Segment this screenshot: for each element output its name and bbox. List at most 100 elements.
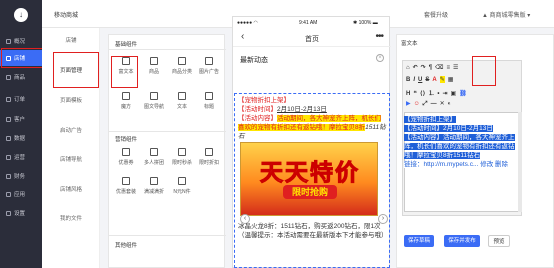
table-icon[interactable]: ▦ (448, 76, 454, 83)
n-yuan-icon (178, 177, 186, 185)
tool-group-buy[interactable]: 多人拼团 (143, 148, 165, 166)
preview-button[interactable]: 预览 (488, 235, 510, 247)
nav-products[interactable]: 商品 (0, 70, 42, 84)
flash-sale-icon (178, 148, 186, 156)
status-bar: ●●●●● ◠ 9:41 AM ✱ 100% ▬ (233, 17, 391, 29)
customers-icon (6, 116, 11, 122)
bold-icon[interactable]: B (406, 77, 410, 83)
bullet-list-icon[interactable]: • (437, 91, 439, 97)
redo-icon[interactable]: ↷ (421, 64, 426, 71)
banner-subline: 限时抢购 (283, 185, 337, 199)
apps-icon (6, 191, 11, 197)
subnav-my-files[interactable]: 我的文件 (42, 214, 100, 222)
tool-bundle[interactable]: 优惠套装 (115, 177, 137, 195)
link-tooltip[interactable]: 链接：http://m.mypets.c... 修改 删除 (404, 161, 509, 168)
highlight-color-tool (472, 56, 496, 86)
indent-icon[interactable]: ⇥ (442, 90, 447, 97)
subnav-store-style[interactable]: 店铺风格 (42, 185, 100, 193)
heading-size-icon[interactable]: H (406, 91, 410, 97)
tool-coupon[interactable]: 优惠券 (115, 148, 137, 166)
strikethrough-icon[interactable]: S (425, 77, 429, 83)
font-color-icon[interactable]: A (432, 77, 436, 83)
fullscreen-icon[interactable]: ⤢ (423, 101, 428, 108)
cube-icon (122, 92, 130, 100)
subnav-store-nav[interactable]: 店铺导航 (42, 155, 100, 163)
source-icon[interactable]: ⌂ (406, 65, 410, 71)
ordered-list-icon[interactable]: ⒈ (428, 88, 434, 97)
products-icon (6, 74, 11, 80)
preview-icon[interactable]: ◐ (448, 101, 452, 107)
nav-data[interactable]: 数据 (0, 131, 42, 145)
highlight-rich-text-tool (111, 56, 138, 88)
editor-text[interactable]: 【宠物折扣上架】 【活动时间】2月10日-2月13日 【活动内容】活动期间，各大… (404, 115, 516, 169)
code-icon[interactable]: ⟨⟩ (420, 90, 425, 97)
page-title: 移动商城 (54, 13, 79, 19)
tool-product[interactable]: 商品 (143, 57, 165, 75)
basic-components-title: 基础组件 (115, 42, 138, 48)
nav-overview[interactable]: 概况 (0, 34, 42, 48)
promo-details: 冰晶火龙8折：1511钻石，购买返200钻石，限1次 （温馨提示：本活动需要在最… (238, 223, 388, 239)
tool-limited-discount[interactable]: 限时折扣 (198, 148, 220, 166)
nav-operations[interactable]: 运营 (0, 150, 42, 164)
save-draft-button[interactable]: 保存草稿 (404, 235, 434, 247)
nav-settings[interactable]: 设置 (0, 206, 42, 220)
save-publish-button[interactable]: 保存并发布 (444, 235, 480, 247)
upgrade-link[interactable]: 套餐升级 (424, 10, 448, 19)
highlight-store (1, 48, 43, 68)
subnav-store[interactable]: 店铺 (42, 36, 100, 44)
editor-toolbar-row1: ⌂ ↶ ↷ ¶ ⌫ ≡ ☰ (406, 64, 461, 72)
nav-orders[interactable]: 订单 (0, 92, 42, 106)
nav-apps[interactable]: 应用 (0, 187, 42, 201)
editor-toolbar-row3: H ❝ ⟨⟩ ⒈ • ⇥ ▣ ⛓ (406, 88, 470, 97)
coupon-icon (122, 148, 130, 156)
tool-flash-sale[interactable]: 限时秒杀 (171, 148, 193, 166)
app-logo: ↓ (14, 8, 28, 22)
product-icon (150, 57, 158, 65)
bundle-icon (122, 177, 130, 185)
image-nav-icon (150, 92, 158, 100)
news-time: 2月10日-2月13日 (277, 106, 327, 113)
tool-product-category[interactable]: 商品分类 (171, 57, 193, 75)
nav-customers[interactable]: 客户 (0, 112, 42, 126)
heading-icon (205, 92, 213, 100)
undo-icon[interactable]: ↶ (413, 64, 418, 71)
overview-icon (6, 38, 11, 44)
link-icon[interactable]: ⛓ (459, 90, 467, 97)
finance-icon (6, 173, 11, 179)
tool-cube[interactable]: 魔方 (115, 92, 137, 110)
carrier-signal: ●●●●● ◠ (237, 20, 258, 26)
battery-icon: ✱ 100% ▬ (353, 20, 378, 26)
nav-finance[interactable]: 财务 (0, 169, 42, 183)
close-icon[interactable]: × (376, 54, 384, 62)
promo-banner-image: 天天特价 限时抢购 (240, 142, 378, 216)
subnav-page-templates[interactable]: 页面模板 (42, 96, 100, 104)
tool-full-reduction[interactable]: 满减满折 (143, 177, 165, 195)
phone-page-title: 首页 (305, 36, 319, 43)
image-ad-icon (205, 57, 213, 65)
italic-icon[interactable]: I (413, 77, 415, 83)
format-icon[interactable]: ¶ (429, 65, 432, 71)
latest-news-heading: 最新动态 (240, 57, 268, 64)
image-icon[interactable]: ▣ (451, 90, 457, 97)
clear-format-icon[interactable]: ✕ (440, 100, 445, 107)
highlight-color-icon[interactable]: ✎ (439, 76, 445, 83)
hr-icon[interactable]: ― (431, 101, 437, 107)
editor-scrollbar[interactable] (518, 112, 522, 212)
tool-text[interactable]: 文本 (171, 92, 193, 110)
more-icon[interactable]: ••• (375, 31, 383, 42)
tool-image-nav[interactable]: 图文导航 (143, 92, 165, 110)
subnav-launch-ads[interactable]: 启动广告 (42, 126, 100, 134)
tool-heading[interactable]: 标题 (198, 92, 220, 110)
settings-icon (6, 210, 11, 216)
clear-icon[interactable]: ⌫ (435, 64, 443, 71)
video-icon[interactable]: ▶ (406, 100, 411, 107)
emoji-icon[interactable]: ☺ (414, 101, 420, 107)
tool-image-ad[interactable]: 图片广告 (198, 57, 220, 75)
tool-n-yuan-n-items[interactable]: N元N件 (171, 177, 193, 195)
user-menu[interactable]: ▲ 商商城零售版 ▾ (482, 10, 530, 19)
banner-headline: 天天特价 (260, 159, 360, 186)
underline-icon[interactable]: U (418, 77, 422, 83)
list-icon[interactable]: ☰ (453, 64, 458, 71)
align-icon[interactable]: ≡ (447, 65, 451, 71)
quote-icon[interactable]: ❝ (413, 90, 417, 97)
